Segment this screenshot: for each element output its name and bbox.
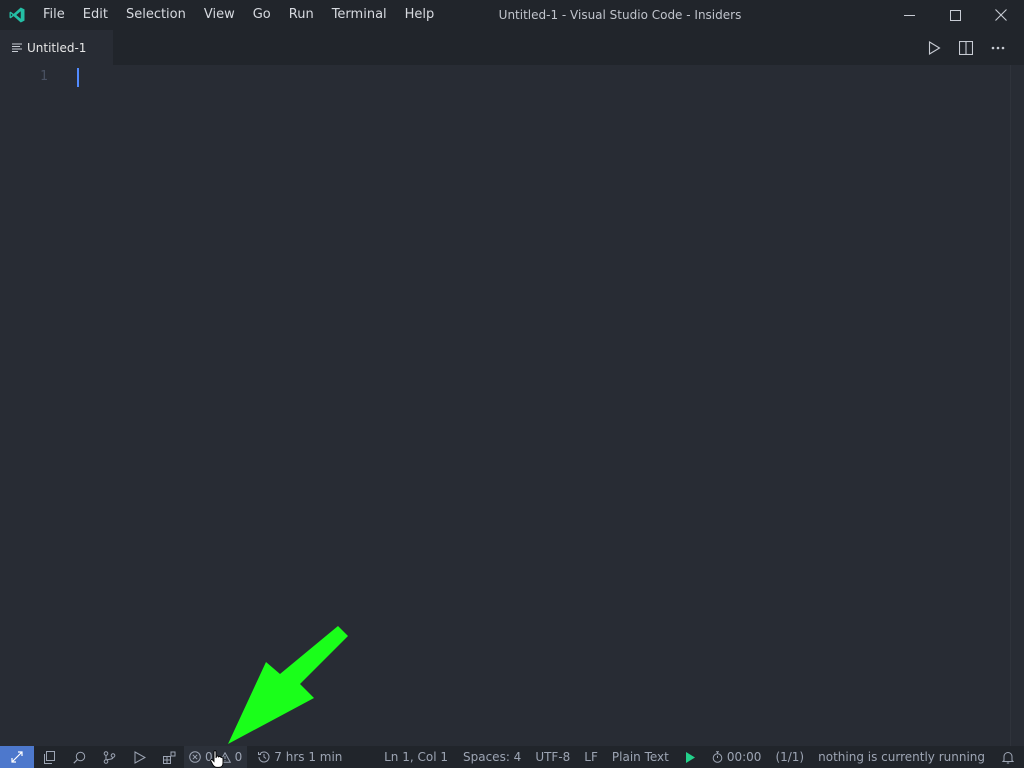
remote-icon[interactable] (0, 746, 34, 768)
timer-label: 00:00 (726, 750, 762, 764)
source-control-icon[interactable] (94, 746, 124, 768)
explorer-icon[interactable] (34, 746, 64, 768)
window-title: Untitled-1 - Visual Studio Code - Inside… (498, 8, 742, 22)
more-actions-icon[interactable] (982, 30, 1014, 65)
tab-bar: Untitled-1 (0, 30, 1024, 65)
split-editor-icon[interactable] (950, 30, 982, 65)
menu-bar: File Edit Selection View Go Run Terminal… (34, 0, 443, 30)
run-debug-icon[interactable] (124, 746, 154, 768)
tab-untitled-1[interactable]: Untitled-1 (0, 30, 113, 65)
menu-go[interactable]: Go (244, 0, 280, 30)
run-task-button[interactable] (676, 746, 705, 768)
tab-label: Untitled-1 (27, 40, 87, 55)
menu-view[interactable]: View (195, 0, 244, 30)
title-bar: File Edit Selection View Go Run Terminal… (0, 0, 1024, 30)
editor-actions (918, 30, 1014, 65)
error-icon (189, 751, 201, 763)
time-tracker-label: 7 hrs 1 min (274, 750, 343, 764)
play-icon (685, 751, 695, 763)
menu-terminal[interactable]: Terminal (323, 0, 396, 30)
status-bar-right: Ln 1, Col 1 Spaces: 4 UTF-8 LF Plain Tex… (376, 746, 1024, 768)
time-tracker[interactable]: 7 hrs 1 min (251, 746, 349, 768)
language-mode[interactable]: Plain Text (605, 746, 676, 768)
window-controls (886, 0, 1024, 30)
vscode-insiders-logo-icon (0, 0, 34, 30)
indentation[interactable]: Spaces: 4 (456, 746, 528, 768)
menu-selection[interactable]: Selection (117, 0, 195, 30)
encoding[interactable]: UTF-8 (528, 746, 577, 768)
hand-pointer-icon (210, 750, 224, 768)
vertical-scrollbar[interactable] (1010, 65, 1024, 746)
stopwatch-icon (712, 751, 723, 763)
counter[interactable]: (1/1) (768, 746, 811, 768)
file-lines-icon (12, 43, 22, 53)
text-cursor (77, 68, 79, 87)
notifications-icon[interactable] (992, 746, 1024, 768)
close-icon[interactable] (978, 0, 1024, 30)
task-status[interactable]: nothing is currently running (811, 746, 992, 768)
end-of-line[interactable]: LF (577, 746, 605, 768)
search-icon[interactable] (64, 746, 94, 768)
timer[interactable]: 00:00 (705, 746, 769, 768)
menu-file[interactable]: File (34, 0, 74, 30)
maximize-icon[interactable] (932, 0, 978, 30)
minimize-icon[interactable] (886, 0, 932, 30)
warning-count: 0 (234, 750, 243, 764)
history-icon (258, 751, 270, 763)
editor-area[interactable]: 1 (0, 65, 1024, 746)
menu-edit[interactable]: Edit (74, 0, 117, 30)
run-icon[interactable] (918, 30, 950, 65)
line-number: 1 (40, 69, 48, 84)
menu-run[interactable]: Run (280, 0, 323, 30)
extensions-icon[interactable] (154, 746, 184, 768)
annotation-arrow-icon (228, 626, 348, 744)
cursor-position[interactable]: Ln 1, Col 1 (376, 746, 456, 768)
status-bar: 0 0 7 hrs 1 min Ln 1, Col 1 Spaces: 4 UT… (0, 746, 1024, 768)
